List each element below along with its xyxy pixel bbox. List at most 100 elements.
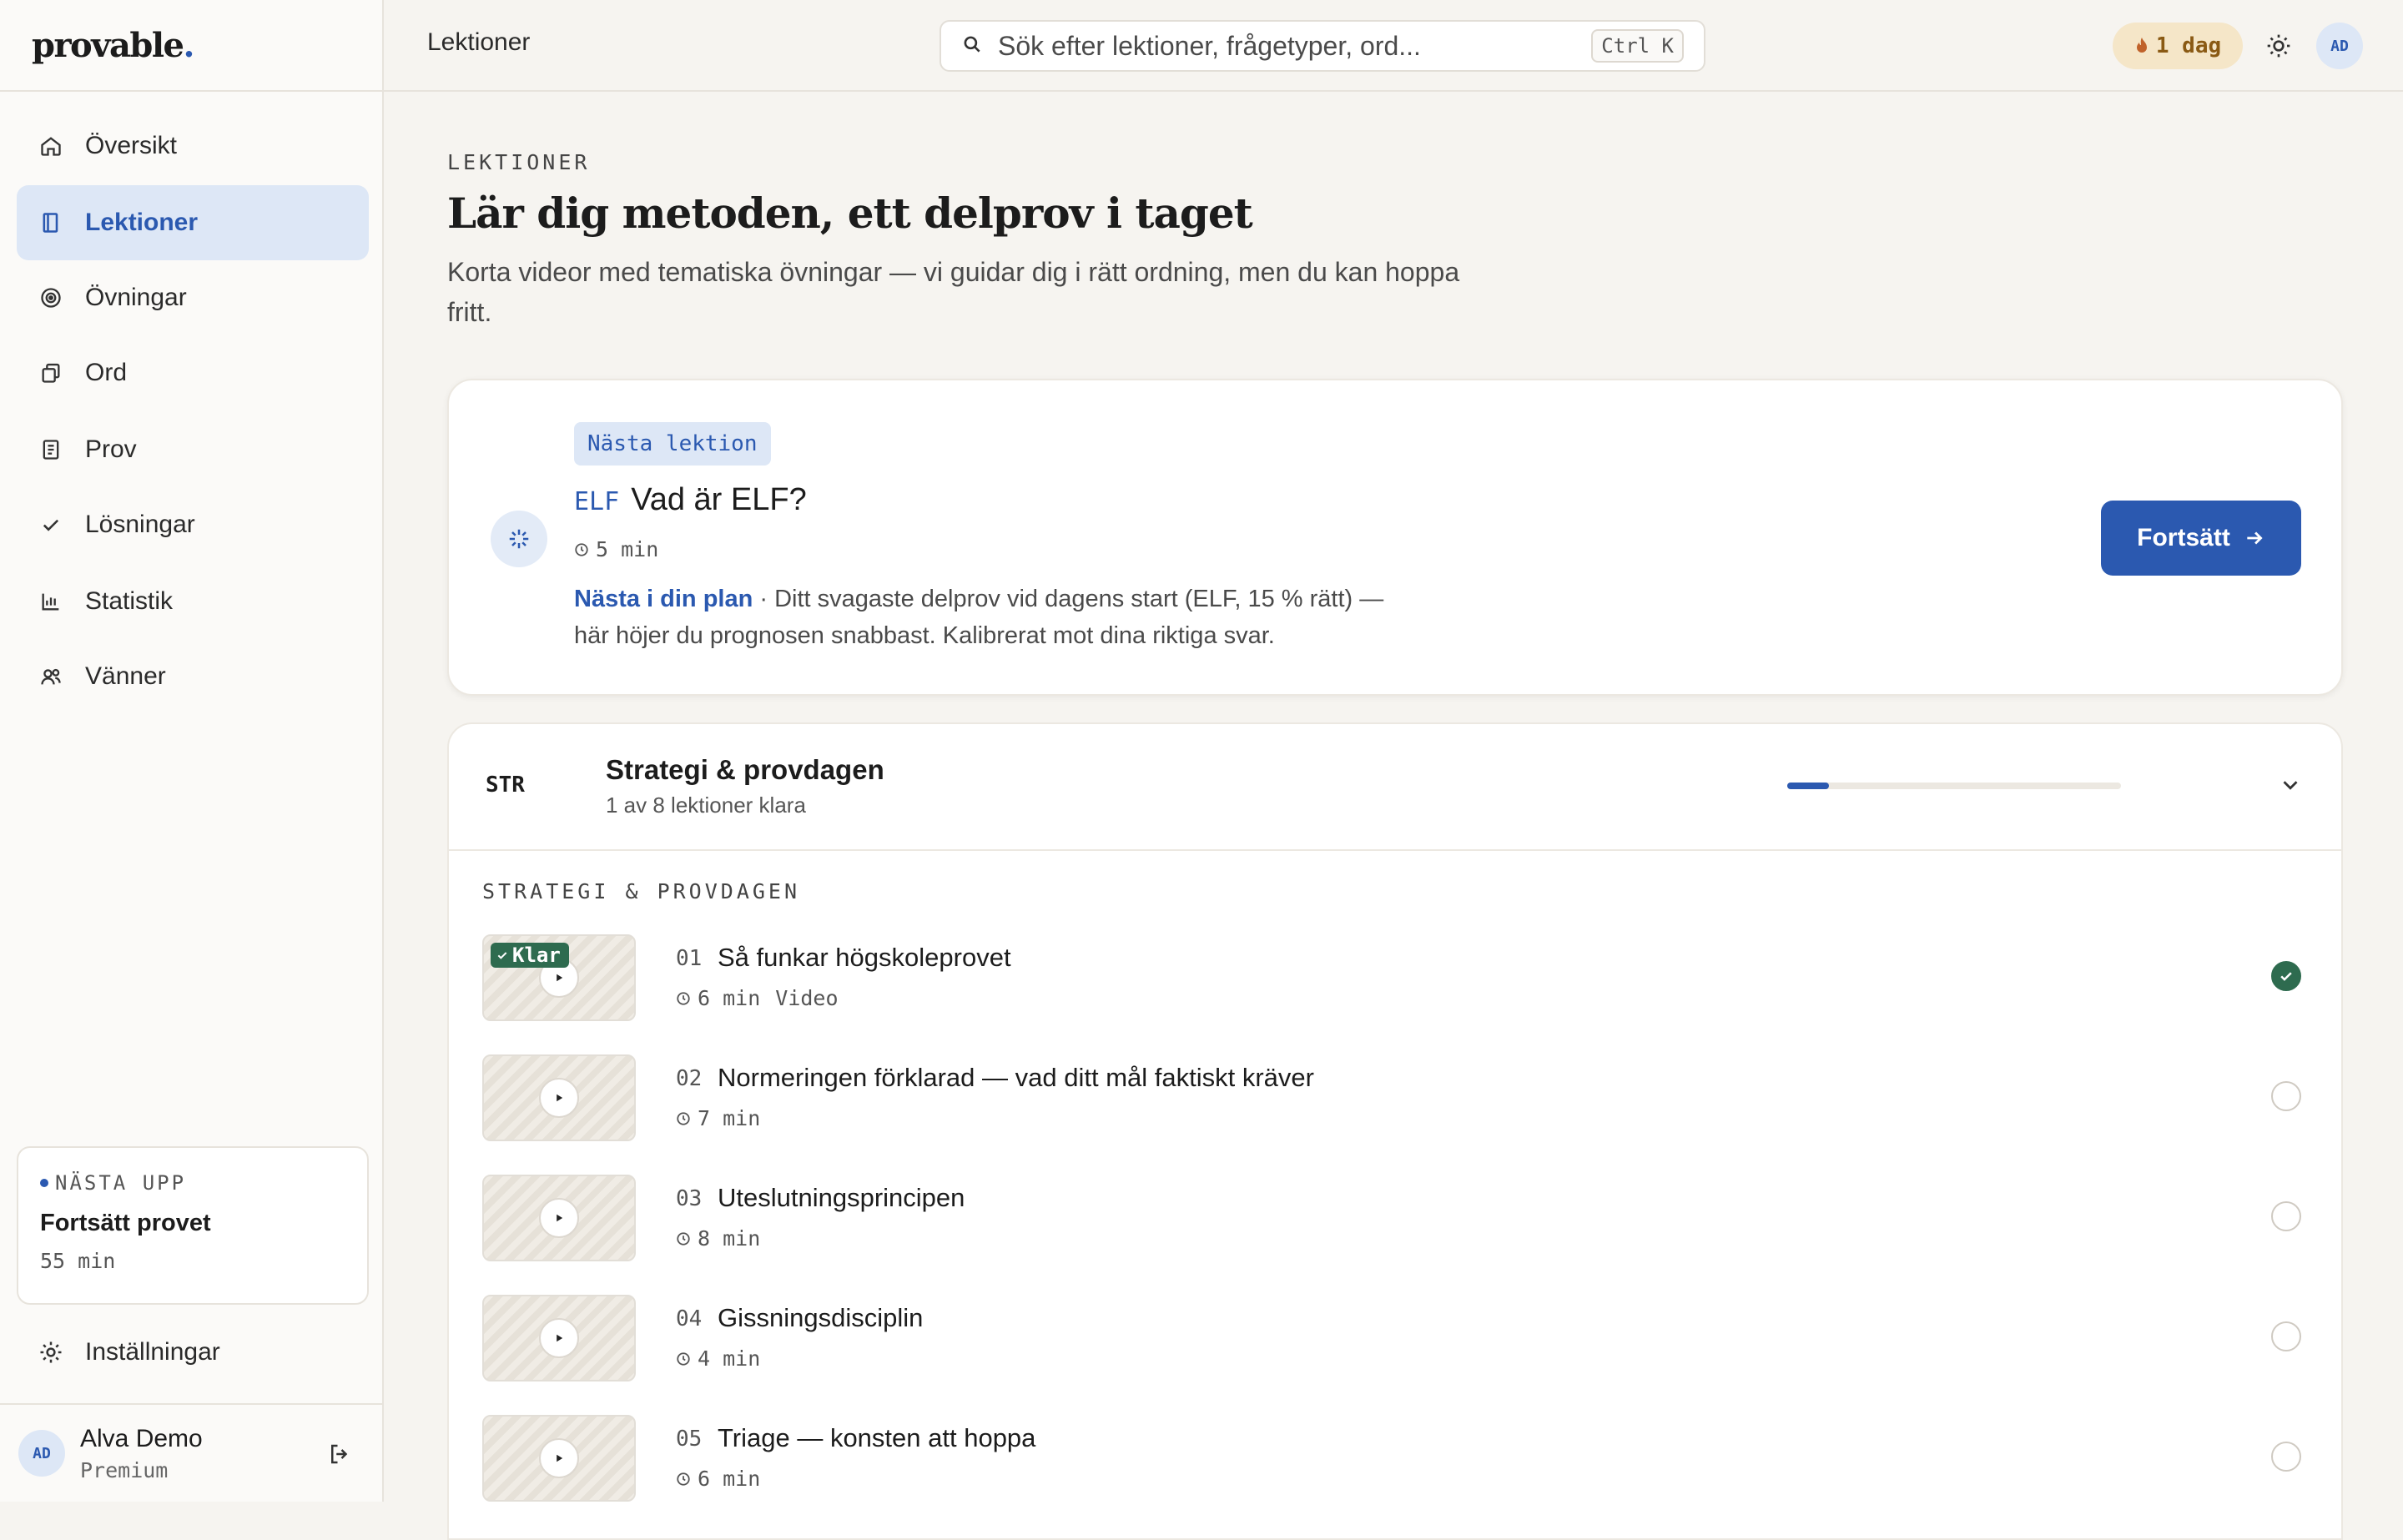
- sidebar-item-label: Ord: [85, 359, 128, 386]
- completion-checkbox[interactable]: [2271, 1442, 2301, 1472]
- shortcut-hint: Ctrl K: [1591, 29, 1684, 63]
- sidebar-item-ord[interactable]: Ord: [17, 335, 369, 410]
- streak-badge[interactable]: 1 dag: [2113, 23, 2243, 69]
- next-up-title: Fortsätt provet: [40, 1210, 211, 1236]
- sidebar-item-settings[interactable]: Inställningar: [17, 1315, 369, 1390]
- sidebar-item-prov[interactable]: Prov: [17, 412, 369, 487]
- sidebar-item-statistik[interactable]: Statistik: [17, 564, 369, 639]
- next-lesson-card[interactable]: Nästa lektion ELF Vad är ELF? 5 min Näst…: [447, 379, 2343, 696]
- sidebar: provable. Översikt Lektioner Övningar Or…: [0, 0, 384, 1502]
- lesson-meta: 5 min: [574, 537, 658, 561]
- lesson-recommendation: Nästa i din plan · Ditt svagaste delprov…: [574, 581, 1425, 654]
- lesson-duration: 4 min: [698, 1346, 761, 1371]
- module-title: Strategi & provdagen: [606, 754, 884, 785]
- user-info: Alva Demo Premium: [80, 1425, 203, 1482]
- lesson-thumbnail[interactable]: [482, 1415, 636, 1502]
- lesson-row[interactable]: 02 Normeringen förklarad — vad ditt mål …: [482, 1054, 2301, 1146]
- page-description: Korta videor med tematiska övningar — vi…: [447, 257, 1460, 327]
- book-icon: [38, 210, 63, 235]
- topbar: Lektioner Ctrl K 1 dag AD: [384, 0, 2403, 92]
- module-header[interactable]: STR Strategi & provdagen 1 av 8 lektione…: [449, 724, 2341, 851]
- search-icon: [961, 33, 983, 59]
- module-card: STR Strategi & provdagen 1 av 8 lektione…: [447, 722, 2343, 1540]
- logo[interactable]: provable.: [32, 26, 194, 65]
- next-up-time: 55 min: [40, 1249, 116, 1273]
- lesson-title[interactable]: Normeringen förklarad — vad ditt mål fak…: [718, 1063, 1314, 1093]
- search-input[interactable]: [996, 29, 1592, 63]
- completion-checkbox[interactable]: [2271, 1081, 2301, 1111]
- play-icon[interactable]: [539, 1318, 579, 1358]
- completion-checkbox[interactable]: [2271, 1321, 2301, 1351]
- logout-icon[interactable]: [327, 1442, 352, 1471]
- completion-checkbox[interactable]: [2271, 1201, 2301, 1231]
- clock-icon: [574, 542, 589, 557]
- module-code: STR: [486, 773, 525, 798]
- lesson-type: Video: [775, 986, 839, 1010]
- lesson-duration: 5 min: [596, 537, 659, 561]
- flame-icon: [2134, 37, 2149, 55]
- completed-check[interactable]: [2271, 961, 2301, 991]
- lesson-title[interactable]: Gissningsdisciplin: [718, 1303, 923, 1333]
- lesson-meta: 6 min Video: [676, 986, 839, 1010]
- play-icon[interactable]: [539, 1078, 579, 1118]
- lesson-row[interactable]: Klar 01 Så funkar högskoleprovet 6 min V…: [482, 934, 2301, 1026]
- lesson-thumbnail[interactable]: Klar: [482, 934, 636, 1021]
- user-name: Alva Demo: [80, 1424, 203, 1452]
- lesson-thumbnail[interactable]: [482, 1295, 636, 1381]
- sparkle-icon: [491, 511, 547, 567]
- next-up-card[interactable]: NÄSTA UPP Fortsätt provet 55 min: [17, 1146, 369, 1305]
- user-profile[interactable]: AD Alva Demo Premium: [0, 1403, 382, 1502]
- module-progress-bar: [1787, 783, 2121, 789]
- sidebar-item-losningar[interactable]: Lösningar: [17, 487, 369, 562]
- section-label: STRATEGI & PROVDAGEN: [482, 879, 801, 903]
- sidebar-item-label: Prov: [85, 435, 137, 463]
- lesson-duration: 6 min: [698, 1467, 761, 1491]
- sidebar-item-label: Lektioner: [85, 209, 199, 236]
- play-icon[interactable]: [539, 1198, 579, 1238]
- chevron-down-icon[interactable]: [2278, 773, 2303, 802]
- lesson-duration: 7 min: [698, 1106, 761, 1130]
- page-title: Lär dig metoden, ett delprov i taget: [447, 189, 1253, 238]
- module-progress-text: 1 av 8 lektioner klara: [606, 793, 806, 818]
- next-lesson-badge: Nästa lektion: [574, 422, 771, 466]
- plan-link[interactable]: Nästa i din plan: [574, 586, 753, 612]
- lesson-number: 03: [676, 1186, 703, 1211]
- clock-icon: [676, 1351, 691, 1366]
- sidebar-item-label: Översikt: [85, 132, 178, 159]
- lesson-thumbnail[interactable]: [482, 1054, 636, 1141]
- theme-toggle[interactable]: [2261, 28, 2296, 63]
- continue-button[interactable]: Fortsätt: [2101, 501, 2301, 576]
- home-icon: [38, 133, 63, 159]
- lesson-meta: 6 min: [676, 1467, 760, 1491]
- clock-icon: [676, 1111, 691, 1126]
- check-icon: [38, 512, 63, 537]
- sidebar-item-label: Inställningar: [85, 1338, 220, 1366]
- lesson-row[interactable]: 04 Gissningsdisciplin 4 min: [482, 1295, 2301, 1387]
- lesson-title[interactable]: Så funkar högskoleprovet: [718, 943, 1011, 973]
- avatar[interactable]: AD: [18, 1430, 65, 1477]
- check-icon: [496, 949, 509, 962]
- lesson-title[interactable]: Uteslutningsprincipen: [718, 1183, 965, 1213]
- lesson-heading: ELF Vad är ELF?: [574, 482, 807, 518]
- search-bar[interactable]: Ctrl K: [940, 20, 1705, 72]
- lesson-code: ELF: [574, 487, 620, 516]
- sidebar-item-vanner[interactable]: Vänner: [17, 639, 369, 714]
- lesson-thumbnail[interactable]: [482, 1175, 636, 1261]
- sidebar-item-oversikt[interactable]: Översikt: [17, 108, 369, 184]
- sidebar-item-lektioner[interactable]: Lektioner: [17, 185, 369, 260]
- lesson-number: 04: [676, 1306, 703, 1331]
- sidebar-item-label: Lösningar: [85, 511, 195, 538]
- play-icon[interactable]: [539, 1438, 579, 1478]
- sidebar-item-ovningar[interactable]: Övningar: [17, 260, 369, 335]
- lesson-row[interactable]: 03 Uteslutningsprincipen 8 min: [482, 1175, 2301, 1266]
- users-icon: [38, 664, 63, 689]
- status-dot: [40, 1179, 48, 1187]
- lesson-duration: 8 min: [698, 1226, 761, 1251]
- lesson-row[interactable]: 05 Triage — konsten att hoppa 6 min: [482, 1415, 2301, 1507]
- lesson-title[interactable]: Triage — konsten att hoppa: [718, 1423, 1035, 1453]
- clock-icon: [676, 1472, 691, 1487]
- lesson-title[interactable]: Vad är ELF?: [631, 482, 807, 518]
- clock-icon: [676, 991, 691, 1006]
- avatar[interactable]: AD: [2316, 23, 2363, 69]
- sidebar-item-label: Vänner: [85, 662, 166, 690]
